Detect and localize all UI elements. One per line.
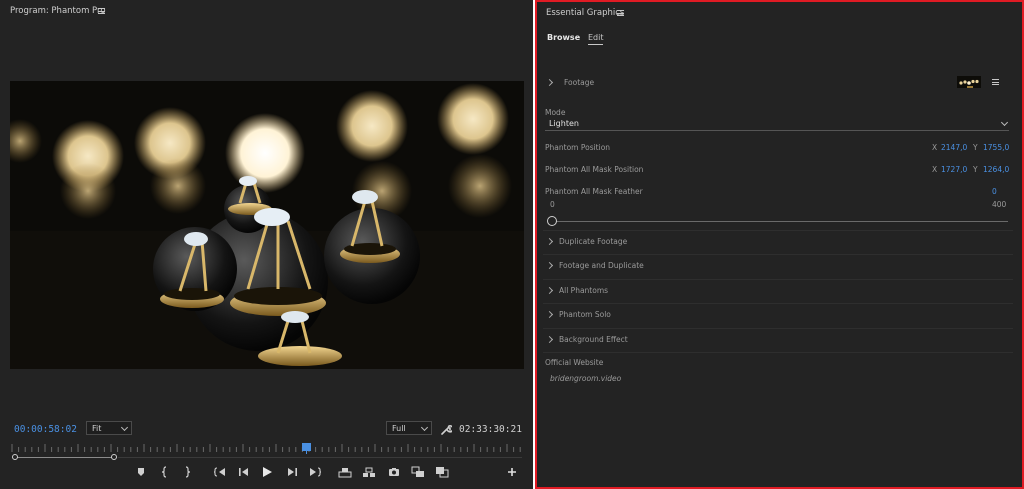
phantom-position-y-value[interactable]: 1755,0 bbox=[983, 143, 1009, 152]
plus-icon[interactable] bbox=[505, 464, 519, 480]
video-preview[interactable] bbox=[10, 81, 524, 369]
section-label[interactable]: Footage and Duplicate bbox=[559, 261, 644, 270]
transport-controls bbox=[130, 464, 530, 482]
zoom-handle-right[interactable] bbox=[111, 454, 117, 460]
footage-layer-label[interactable]: Footage bbox=[564, 78, 594, 87]
program-monitor-title[interactable]: Program: Phantom Pro bbox=[10, 6, 106, 16]
tab-edit[interactable]: Edit bbox=[588, 33, 604, 42]
layer-menu-icon[interactable] bbox=[992, 79, 999, 85]
extract-icon[interactable] bbox=[362, 464, 376, 480]
chevron-right-icon[interactable] bbox=[545, 286, 554, 295]
add-marker-icon[interactable] bbox=[134, 464, 148, 480]
overwrite-icon[interactable] bbox=[435, 464, 449, 480]
playback-resolution-select[interactable]: Full bbox=[386, 421, 432, 435]
mark-in-icon[interactable] bbox=[158, 464, 172, 480]
section-label[interactable]: Background Effect bbox=[559, 335, 628, 344]
insert-icon[interactable] bbox=[411, 464, 425, 480]
go-to-in-icon[interactable] bbox=[212, 464, 226, 480]
section-divider bbox=[543, 303, 1013, 304]
y-axis-label: Y bbox=[973, 143, 978, 152]
section-divider bbox=[543, 254, 1013, 255]
zoom-level-select[interactable]: Fit bbox=[86, 421, 132, 435]
x-axis-label: X bbox=[932, 165, 938, 174]
zoom-handle-left[interactable] bbox=[12, 454, 18, 460]
essential-graphics-title[interactable]: Essential Graphics bbox=[546, 8, 624, 18]
playback-resolution-value: Full bbox=[392, 424, 406, 433]
chevron-down-icon bbox=[420, 423, 429, 432]
website-label: Official Website bbox=[545, 358, 604, 367]
mask-position-y-value[interactable]: 1264,0 bbox=[983, 165, 1009, 174]
footage-thumbnail bbox=[957, 76, 981, 88]
active-tab-indicator bbox=[588, 44, 603, 45]
mask-feather-slider-track[interactable] bbox=[549, 221, 1008, 222]
blend-mode-select[interactable]: Lighten bbox=[545, 118, 1009, 131]
zoom-scrollbar-track bbox=[16, 456, 114, 458]
essential-graphics-panel: Essential Graphics Browse Edit Footage M… bbox=[535, 0, 1024, 489]
x-axis-label: X bbox=[932, 143, 938, 152]
website-url[interactable]: bridengroom.video bbox=[550, 374, 621, 383]
chevron-right-icon[interactable] bbox=[545, 335, 554, 344]
zoom-level-value: Fit bbox=[92, 424, 102, 433]
y-axis-label: Y bbox=[973, 165, 978, 174]
mark-out-icon[interactable] bbox=[180, 464, 194, 480]
mask-feather-value[interactable]: 0 bbox=[992, 187, 997, 196]
step-forward-icon[interactable] bbox=[285, 464, 299, 480]
chevron-right-icon[interactable] bbox=[545, 261, 554, 270]
mask-feather-slider-handle[interactable] bbox=[547, 216, 557, 226]
play-icon[interactable] bbox=[260, 464, 274, 480]
zoom-scrollbar-rest bbox=[118, 457, 522, 458]
section-label[interactable]: Phantom Solo bbox=[559, 310, 611, 319]
sequence-duration: 02:33:30:21 bbox=[459, 424, 522, 435]
mask-position-x-value[interactable]: 1727,0 bbox=[941, 165, 967, 174]
playhead-line bbox=[306, 449, 307, 454]
lift-icon[interactable] bbox=[338, 464, 352, 480]
chevron-right-icon[interactable] bbox=[545, 310, 554, 319]
chevron-down-icon bbox=[1000, 118, 1009, 127]
step-back-icon[interactable] bbox=[236, 464, 250, 480]
section-label[interactable]: All Phantoms bbox=[559, 286, 608, 295]
chevron-down-icon bbox=[120, 423, 129, 432]
chevron-right-icon[interactable] bbox=[545, 237, 554, 246]
tab-browse[interactable]: Browse bbox=[547, 33, 580, 42]
mask-position-label: Phantom All Mask Position bbox=[545, 165, 644, 174]
slider-max-label: 400 bbox=[992, 200, 1007, 209]
panel-menu-icon[interactable] bbox=[617, 10, 624, 16]
panel-menu-icon[interactable] bbox=[98, 8, 105, 14]
export-frame-icon[interactable] bbox=[387, 464, 401, 480]
section-divider bbox=[543, 230, 1013, 231]
program-monitor-header: Program: Phantom Pro bbox=[0, 0, 533, 22]
blend-mode-value: Lighten bbox=[549, 119, 579, 128]
section-divider bbox=[543, 279, 1013, 280]
playhead-timecode[interactable]: 00:00:58:02 bbox=[14, 424, 77, 435]
wrench-icon[interactable] bbox=[440, 421, 454, 435]
chevron-right-icon[interactable] bbox=[545, 78, 554, 87]
section-divider bbox=[543, 328, 1013, 329]
time-ruler[interactable] bbox=[10, 441, 524, 453]
slider-min-label: 0 bbox=[550, 200, 555, 209]
timeline-zoom-scrollbar[interactable] bbox=[12, 454, 117, 460]
mask-feather-label: Phantom All Mask Feather bbox=[545, 187, 643, 196]
phantom-position-x-value[interactable]: 2147,0 bbox=[941, 143, 967, 152]
section-divider bbox=[543, 352, 1013, 353]
phantom-position-label: Phantom Position bbox=[545, 143, 611, 152]
mode-label: Mode bbox=[545, 108, 566, 117]
go-to-out-icon[interactable] bbox=[308, 464, 322, 480]
program-monitor-panel: Program: Phantom Pro 00:00:58:02 Fit Ful… bbox=[0, 0, 533, 489]
section-label[interactable]: Duplicate Footage bbox=[559, 237, 627, 246]
